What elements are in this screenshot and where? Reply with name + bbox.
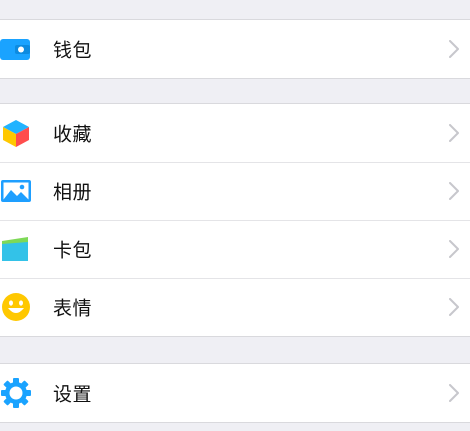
menu-item-settings[interactable]: 设置 — [0, 364, 470, 422]
chevron-right-icon — [449, 298, 459, 316]
menu-item-stickers[interactable]: 表情 — [0, 278, 470, 336]
card-pack-icon — [0, 233, 32, 265]
menu-item-album[interactable]: 相册 — [0, 162, 470, 220]
menu-item-label: 收藏 — [53, 123, 93, 146]
wallet-section: 钱包 — [0, 19, 470, 79]
wallet-icon — [0, 33, 32, 65]
chevron-right-icon — [449, 384, 459, 402]
me-menu-page: 钱包 收藏 相册 卡包 表情 设置 — [0, 0, 470, 431]
menu-item-card-pack[interactable]: 卡包 — [0, 220, 470, 278]
menu-item-label: 设置 — [53, 383, 93, 406]
menu-item-favorites[interactable]: 收藏 — [0, 104, 470, 162]
menu-item-label: 钱包 — [53, 39, 93, 62]
content-section: 收藏 相册 卡包 表情 — [0, 103, 470, 337]
chevron-right-icon — [449, 40, 459, 58]
chevron-right-icon — [449, 124, 459, 142]
favorites-cube-icon — [0, 117, 32, 149]
menu-item-label: 卡包 — [53, 239, 93, 262]
chevron-right-icon — [449, 182, 459, 200]
menu-item-label: 相册 — [53, 181, 93, 204]
menu-item-wallet[interactable]: 钱包 — [0, 20, 470, 78]
album-picture-icon — [0, 175, 32, 207]
smiley-face-icon — [0, 291, 32, 323]
settings-section: 设置 — [0, 363, 470, 423]
gear-icon — [0, 377, 32, 409]
menu-item-label: 表情 — [53, 297, 93, 320]
chevron-right-icon — [449, 240, 459, 258]
